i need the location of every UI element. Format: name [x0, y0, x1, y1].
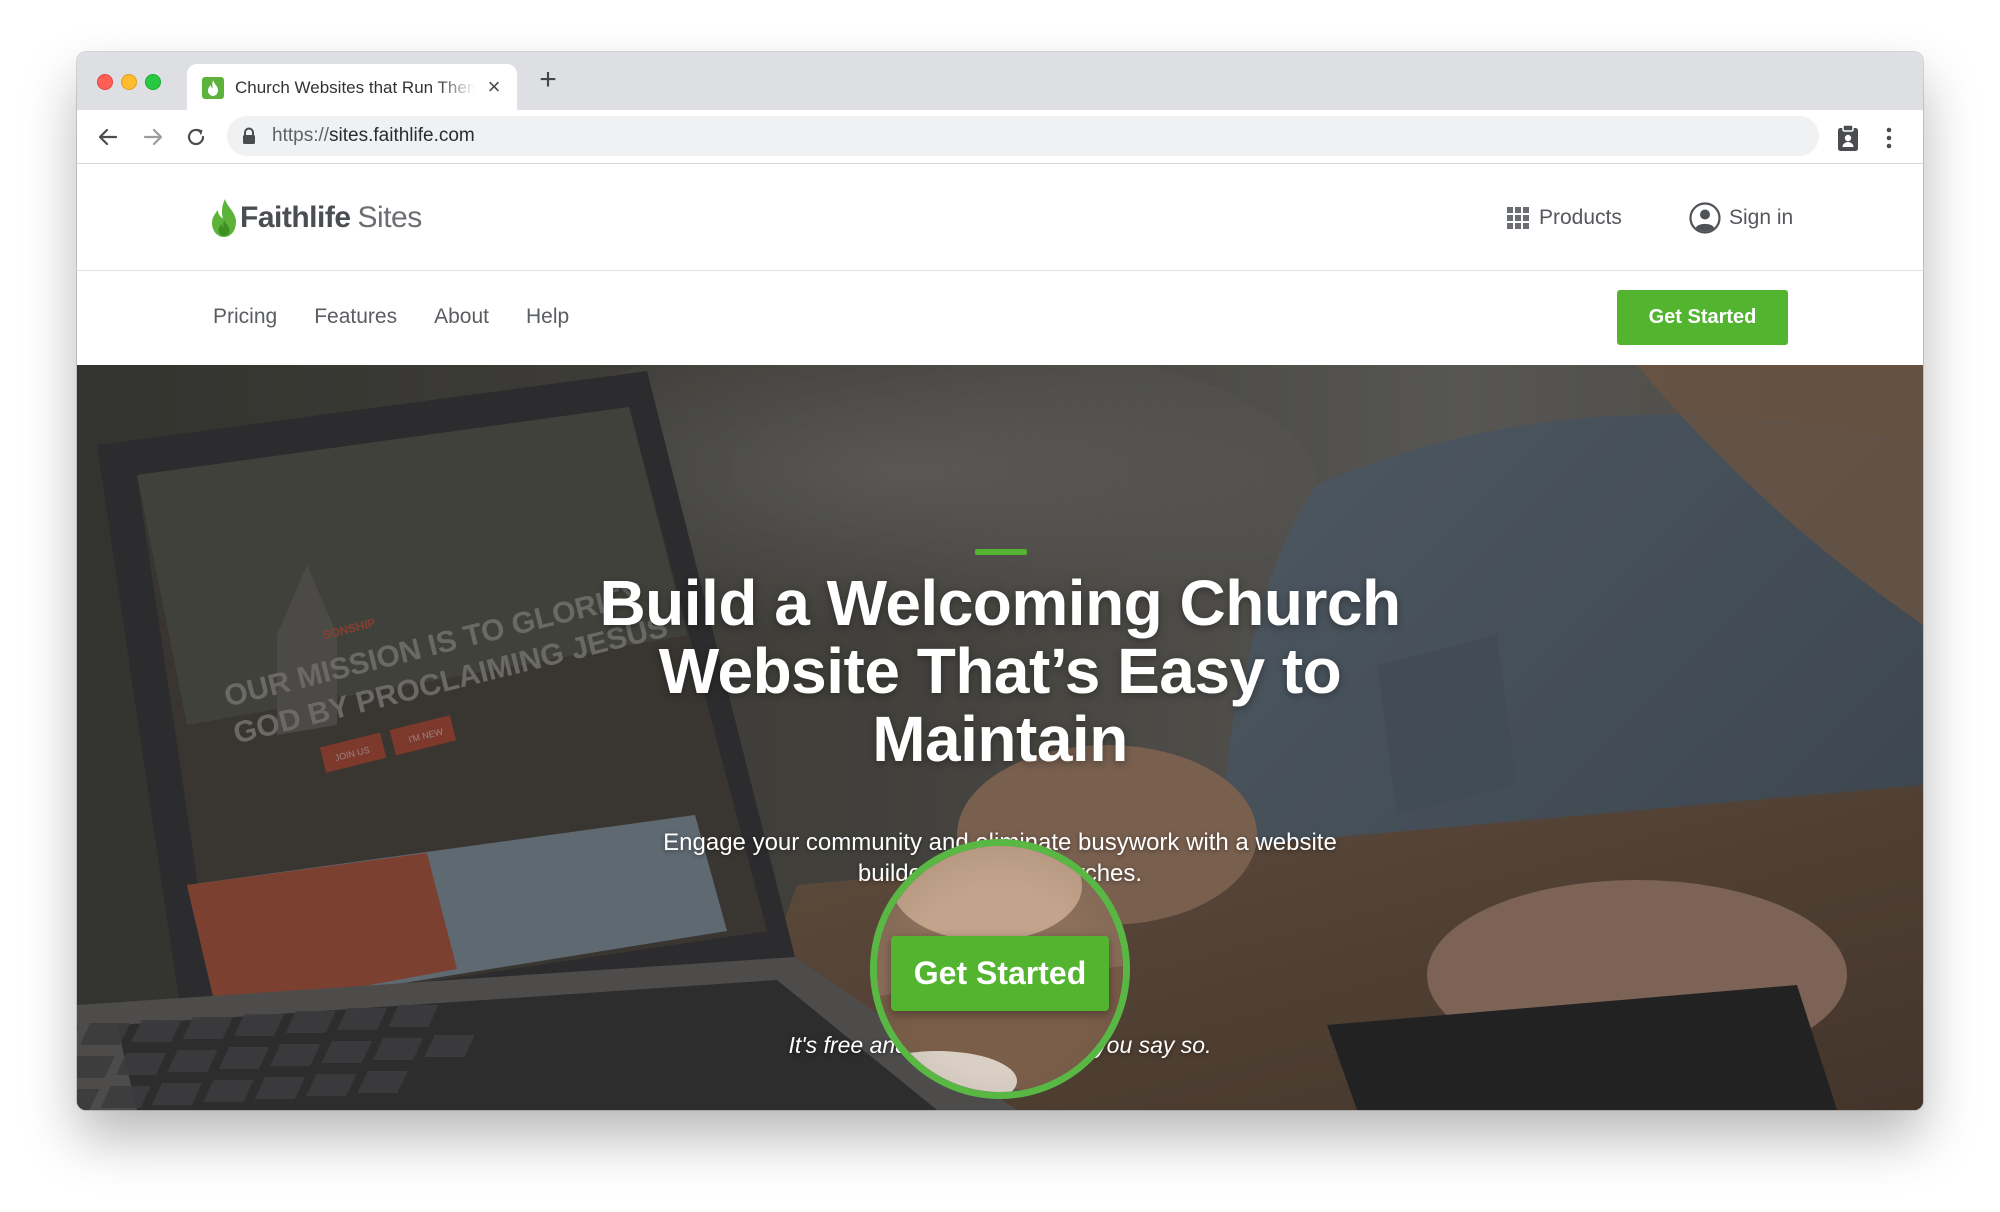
tab-strip: Church Websites that Run Themselves × +: [77, 52, 1923, 110]
window-minimize-button[interactable]: [121, 74, 137, 90]
nav-link-pricing[interactable]: Pricing: [213, 305, 277, 329]
hero-get-started-button[interactable]: Get Started: [891, 936, 1109, 1011]
address-bar[interactable]: https://sites.faithlife.com: [227, 116, 1819, 156]
nav-link-help[interactable]: Help: [526, 305, 569, 329]
logo-text-light: Sites: [357, 201, 423, 234]
site-logo[interactable]: Faithlife Sites: [211, 198, 422, 238]
hero-heading: Build a Welcoming Church Website That’s …: [599, 567, 1401, 775]
lock-icon: [241, 127, 257, 145]
logo-wordmark: Faithlife Sites: [240, 201, 422, 235]
header-get-started-button[interactable]: Get Started: [1617, 290, 1788, 345]
tab-title: Church Websites that Run Themselves: [235, 78, 475, 97]
sign-in-label: Sign in: [1729, 206, 1794, 229]
secondary-nav-links: Pricing Features About Help: [213, 305, 569, 329]
tab-close-icon[interactable]: ×: [483, 76, 505, 98]
new-tab-button[interactable]: +: [533, 65, 563, 96]
secondary-nav: Pricing Features About Help Get Started: [77, 271, 1923, 365]
site-header: Faithlife Sites Products Sign in: [77, 164, 1923, 271]
clipboard-icon[interactable]: [1835, 124, 1861, 152]
nav-link-features[interactable]: Features: [314, 305, 397, 329]
url-scheme: https://: [272, 125, 330, 146]
hero-accent-bar: [975, 549, 1027, 555]
user-avatar-icon: [1689, 202, 1721, 234]
arrow-right-icon[interactable]: [139, 123, 167, 151]
reload-icon[interactable]: [182, 123, 210, 151]
browser-toolbar: https://sites.faithlife.com: [77, 110, 1923, 164]
flame-icon: [202, 77, 224, 99]
products-menu-button[interactable]: Products: [1507, 205, 1622, 231]
window-close-button[interactable]: [97, 74, 113, 90]
products-label: Products: [1539, 206, 1622, 229]
browser-tab-active[interactable]: Church Websites that Run Themselves ×: [187, 64, 517, 110]
nav-link-about[interactable]: About: [434, 305, 489, 329]
sign-in-button[interactable]: Sign in: [1689, 202, 1793, 234]
url-host: sites.faithlife.com: [329, 125, 475, 146]
address-url[interactable]: https://sites.faithlife.com: [272, 125, 475, 147]
grid-icon: [1507, 207, 1529, 229]
arrow-left-icon[interactable]: [94, 123, 122, 151]
browser-window: Church Websites that Run Themselves × + …: [77, 52, 1923, 1110]
faithlife-flame-icon: [212, 199, 236, 237]
page-content: Faithlife Sites Products Sign in Pricing…: [77, 164, 1923, 1110]
logo-text-bold: Faithlife: [240, 201, 351, 234]
more-vertical-icon[interactable]: [1883, 124, 1895, 152]
window-maximize-button[interactable]: [145, 74, 161, 90]
hero-section: SONSHIP OUR MISSION IS TO GLORIFY GOD BY…: [77, 365, 1923, 1110]
